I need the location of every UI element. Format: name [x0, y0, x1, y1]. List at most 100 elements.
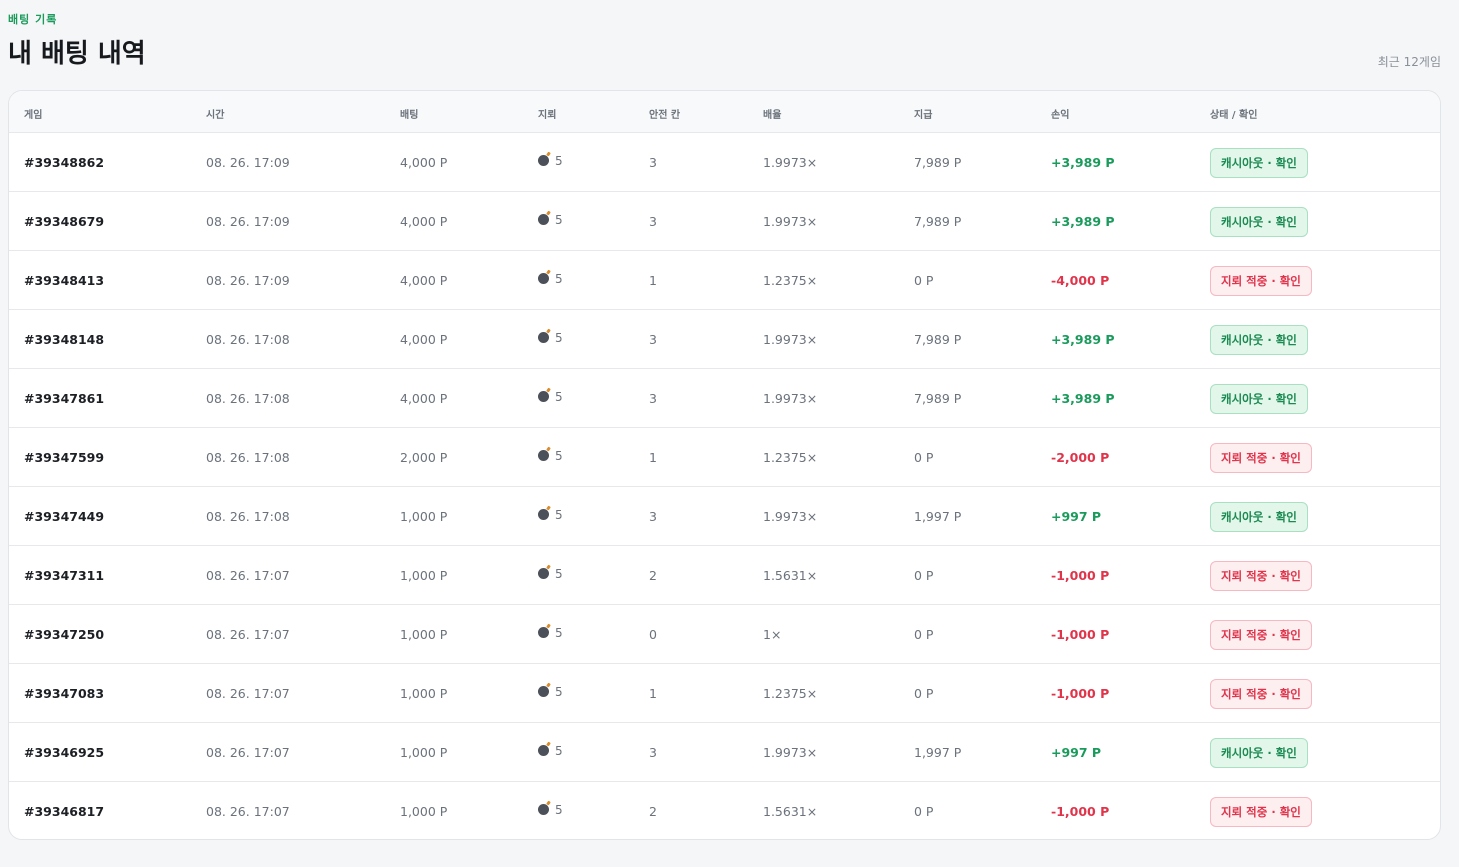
bomb-icon	[538, 627, 549, 638]
bet-time: 08. 26. 17:07	[206, 745, 290, 760]
game-id: #39346817	[24, 804, 105, 819]
mines-value: 5	[555, 508, 563, 522]
bet-amount: 4,000 P	[400, 391, 448, 406]
game-id: #39346925	[24, 745, 105, 760]
status-badge-button[interactable]: 캐시아웃 · 확인	[1210, 738, 1308, 768]
status-badge-button[interactable]: 지뢰 적중 · 확인	[1210, 797, 1312, 827]
status-cell: 지뢰 적중 · 확인	[1210, 266, 1312, 296]
mines-value: 5	[555, 213, 563, 227]
status-badge-button[interactable]: 캐시아웃 · 확인	[1210, 325, 1308, 355]
safe-tiles: 3	[649, 214, 657, 229]
payout: 0 P	[914, 568, 934, 583]
mines-value: 5	[555, 685, 563, 699]
mines-value: 5	[555, 567, 563, 581]
bomb-icon	[538, 568, 549, 579]
status-cell: 캐시아웃 · 확인	[1210, 502, 1308, 532]
bet-amount: 1,000 P	[400, 686, 448, 701]
game-id: #39348413	[24, 273, 105, 288]
profit: +3,989 P	[1051, 214, 1115, 229]
bet-time: 08. 26. 17:09	[206, 214, 290, 229]
mines-count: 5	[538, 389, 563, 404]
bet-amount: 4,000 P	[400, 155, 448, 170]
multiplier: 1.2375×	[763, 273, 818, 288]
game-id: #39347083	[24, 686, 105, 701]
status-cell: 캐시아웃 · 확인	[1210, 325, 1308, 355]
payout: 0 P	[914, 450, 934, 465]
profit: -4,000 P	[1051, 273, 1110, 288]
status-badge-button[interactable]: 지뢰 적중 · 확인	[1210, 443, 1312, 473]
status-badge-button[interactable]: 지뢰 적중 · 확인	[1210, 679, 1312, 709]
game-id: #39347311	[24, 568, 105, 583]
mines-count: 5	[538, 507, 563, 522]
game-id: #39348679	[24, 214, 105, 229]
bet-time: 08. 26. 17:07	[206, 568, 290, 583]
column-header-profit: 손익	[1051, 110, 1070, 121]
mines-value: 5	[555, 626, 563, 640]
column-header-safe-tiles: 안전 칸	[649, 110, 681, 121]
column-header-game: 게임	[24, 110, 43, 121]
bet-history-table: 게임 시간 배팅 지뢰 안전 칸 배율 지급 손익 상태 / 확인 #39348…	[8, 90, 1441, 840]
table-row: #39348148 08. 26. 17:08 4,000 P 5 3 1.9973× 7,…	[9, 310, 1440, 369]
status-badge-button[interactable]: 지뢰 적중 · 확인	[1210, 561, 1312, 591]
game-id: #39347449	[24, 509, 105, 524]
bomb-icon	[538, 745, 549, 756]
status-badge-button[interactable]: 지뢰 적중 · 확인	[1210, 266, 1312, 296]
bomb-icon	[538, 273, 549, 284]
bet-amount: 2,000 P	[400, 450, 448, 465]
status-badge-button[interactable]: 캐시아웃 · 확인	[1210, 384, 1308, 414]
bomb-icon	[538, 391, 549, 402]
multiplier: 1.5631×	[763, 568, 818, 583]
profit: +3,989 P	[1051, 391, 1115, 406]
multiplier: 1.2375×	[763, 450, 818, 465]
column-header-status: 상태 / 확인	[1210, 110, 1258, 121]
bet-amount: 1,000 P	[400, 568, 448, 583]
payout: 0 P	[914, 804, 934, 819]
recent-games-count: 최근 12게임	[1377, 55, 1441, 69]
profit: -1,000 P	[1051, 804, 1110, 819]
mines-value: 5	[555, 331, 563, 345]
multiplier: 1.2375×	[763, 686, 818, 701]
safe-tiles: 0	[649, 627, 657, 642]
status-cell: 캐시아웃 · 확인	[1210, 738, 1308, 768]
table-row: #39347311 08. 26. 17:07 1,000 P 5 2 1.5631× 0 …	[9, 546, 1440, 605]
table-row: #39347599 08. 26. 17:08 2,000 P 5 1 1.2375× 0 …	[9, 428, 1440, 487]
status-badge-button[interactable]: 캐시아웃 · 확인	[1210, 502, 1308, 532]
multiplier: 1.9973×	[763, 391, 818, 406]
table-row: #39347083 08. 26. 17:07 1,000 P 5 1 1.2375× 0 …	[9, 664, 1440, 723]
safe-tiles: 3	[649, 509, 657, 524]
table-row: #39347861 08. 26. 17:08 4,000 P 5 3 1.9973× 7,…	[9, 369, 1440, 428]
table-body: #39348862 08. 26. 17:09 4,000 P 5 3 1.9973× 7,…	[9, 133, 1440, 839]
bet-time: 08. 26. 17:08	[206, 391, 290, 406]
mines-count: 5	[538, 625, 563, 640]
mines-count: 5	[538, 802, 563, 817]
multiplier: 1.9973×	[763, 745, 818, 760]
table-row: #39346817 08. 26. 17:07 1,000 P 5 2 1.5631× 0 …	[9, 782, 1440, 839]
mines-value: 5	[555, 272, 563, 286]
bet-amount: 4,000 P	[400, 273, 448, 288]
table-row: #39347250 08. 26. 17:07 1,000 P 5 0 1× 0 P -1,0…	[9, 605, 1440, 664]
table-row: #39348862 08. 26. 17:09 4,000 P 5 3 1.9973× 7,…	[9, 133, 1440, 192]
status-badge-button[interactable]: 캐시아웃 · 확인	[1210, 207, 1308, 237]
eyebrow-label: 배팅 기록	[8, 13, 58, 26]
column-header-bet: 배팅	[400, 110, 419, 121]
game-id: #39348862	[24, 155, 105, 170]
page-title: 내 배팅 내역	[8, 39, 146, 69]
status-cell: 지뢰 적중 · 확인	[1210, 561, 1312, 591]
status-cell: 캐시아웃 · 확인	[1210, 384, 1308, 414]
status-cell: 지뢰 적중 · 확인	[1210, 443, 1312, 473]
game-id: #39347250	[24, 627, 105, 642]
mines-count: 5	[538, 448, 563, 463]
bet-amount: 1,000 P	[400, 745, 448, 760]
payout: 0 P	[914, 273, 934, 288]
status-badge-button[interactable]: 지뢰 적중 · 확인	[1210, 620, 1312, 650]
mines-count: 5	[538, 743, 563, 758]
status-cell: 지뢰 적중 · 확인	[1210, 620, 1312, 650]
table-row: #39347449 08. 26. 17:08 1,000 P 5 3 1.9973× 1,…	[9, 487, 1440, 546]
column-header-time: 시간	[206, 110, 225, 121]
status-cell: 캐시아웃 · 확인	[1210, 207, 1308, 237]
safe-tiles: 1	[649, 686, 657, 701]
bet-amount: 1,000 P	[400, 627, 448, 642]
status-badge-button[interactable]: 캐시아웃 · 확인	[1210, 148, 1308, 178]
bomb-icon	[538, 686, 549, 697]
multiplier: 1.9973×	[763, 509, 818, 524]
